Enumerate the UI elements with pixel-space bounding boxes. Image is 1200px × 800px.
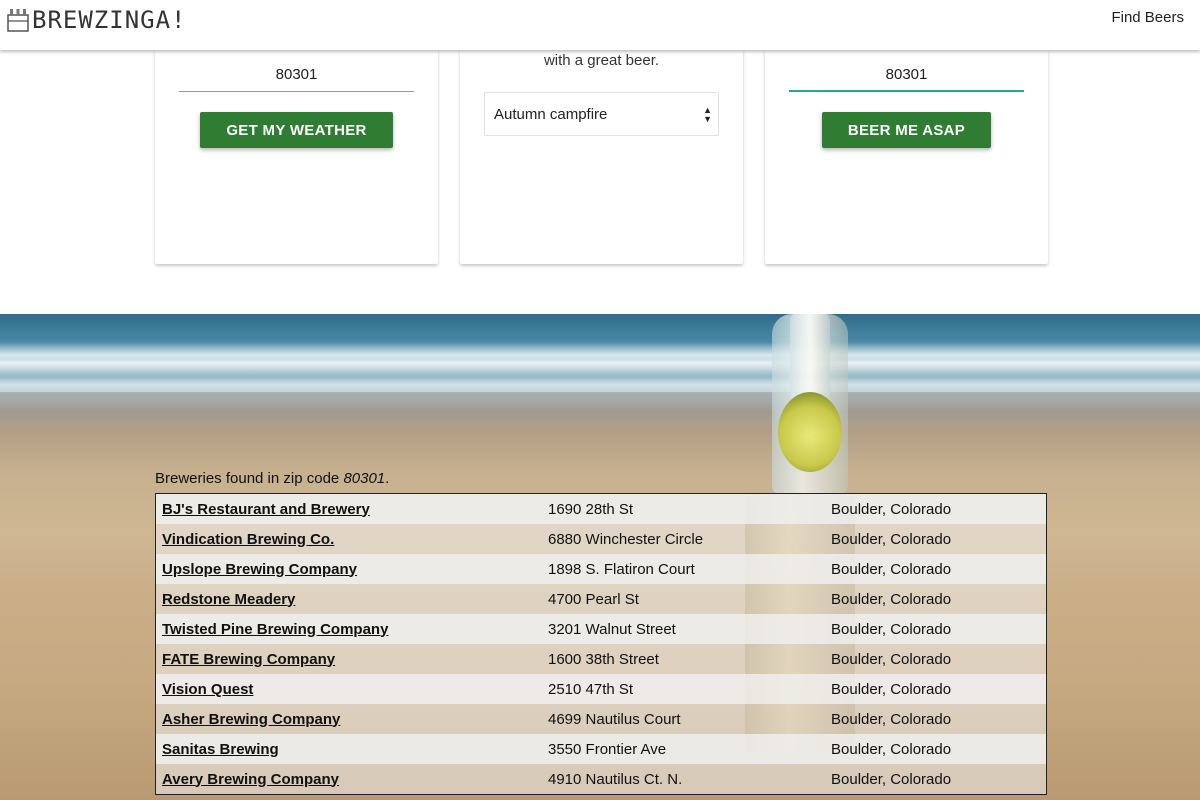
brewery-address: 4699 Nautilus Court (542, 704, 825, 734)
table-row: BJ's Restaurant and Brewery 1690 28th St B… (156, 494, 1046, 524)
brewery-address: 4910 Nautilus Ct. N. (542, 764, 825, 794)
beer-me-asap-button[interactable]: BEER ME ASAP (822, 112, 991, 148)
breweries-table: BJ's Restaurant and Brewery 1690 28th St B… (155, 493, 1047, 795)
brand-name: BREWZINGA! (32, 6, 187, 34)
brewery-link[interactable]: Sanitas Brewing (162, 741, 279, 758)
wet-sand (0, 392, 1200, 426)
get-my-weather-button[interactable]: GET MY WEATHER (200, 112, 393, 148)
results-caption: Breweries found in zip code 80301. (155, 470, 389, 487)
brewery-link[interactable]: Twisted Pine Brewing Company (162, 621, 388, 638)
brewery-city: Boulder, Colorado (825, 554, 1046, 584)
weather-zip-input[interactable] (179, 58, 414, 92)
bottle-neck (790, 314, 830, 404)
brewery-link[interactable]: Avery Brewing Company (162, 771, 339, 788)
brewery-name-cell: BJ's Restaurant and Brewery (156, 494, 542, 524)
brewery-link[interactable]: Asher Brewing Company (162, 711, 340, 728)
mood-card: with a great beer. Autumn campfire ▲ ▼ (460, 50, 743, 264)
brewery-address: 4700 Pearl St (542, 584, 825, 614)
weather-card: GET MY WEATHER (155, 50, 438, 264)
wave-foam (0, 342, 1200, 372)
brewery-address: 1690 28th St (542, 494, 825, 524)
brand-logo-link[interactable]: BREWZINGA! (6, 4, 187, 36)
beer-bottle-image (772, 314, 848, 494)
brewery-address: 6880 Winchester Circle (542, 524, 825, 554)
table-row: Upslope Brewing Company 1898 S. Flatiron … (156, 554, 1046, 584)
brewery-link[interactable]: BJ's Restaurant and Brewery (162, 501, 370, 518)
table-row: Redstone Meadery 4700 Pearl St Boulder, Co… (156, 584, 1046, 614)
table-row: Vision Quest 2510 47th St Boulder, Colorad… (156, 674, 1046, 704)
asap-zip-input[interactable] (789, 58, 1024, 92)
brewery-city: Boulder, Colorado (825, 764, 1046, 794)
brewery-link[interactable]: Redstone Meadery (162, 591, 295, 608)
table-row: Asher Brewing Company 4699 Nautilus Court… (156, 704, 1046, 734)
brewery-address: 1600 38th Street (542, 644, 825, 674)
table-row: Sanitas Brewing 3550 Frontier Ave Boulder,… (156, 734, 1046, 764)
brewery-address: 3201 Walnut Street (542, 614, 825, 644)
mood-select[interactable]: Autumn campfire ▲ ▼ (484, 92, 719, 136)
brewery-link[interactable]: Upslope Brewing Company (162, 561, 357, 578)
brewery-address: 2510 47th St (542, 674, 825, 704)
brewery-city: Boulder, Colorado (825, 644, 1046, 674)
mood-select-value: Autumn campfire (494, 105, 608, 123)
beer-crate-icon (7, 9, 29, 32)
table-row: Twisted Pine Brewing Company 3201 Walnut … (156, 614, 1046, 644)
table-row: Avery Brewing Company 4910 Nautilus Ct. N… (156, 764, 1046, 794)
navbar: BREWZINGA! Find Beers (0, 0, 1200, 50)
brewery-city: Boulder, Colorado (825, 674, 1046, 704)
brewery-name-cell: Redstone Meadery (156, 584, 542, 614)
brewery-name-cell: FATE Brewing Company (156, 644, 542, 674)
search-cards-section: GET MY WEATHER with a great beer. Autumn… (0, 50, 1200, 314)
brewery-name-cell: Vindication Brewing Co. (156, 524, 542, 554)
brewery-address: 3550 Frontier Ave (542, 734, 825, 764)
brewery-name-cell: Upslope Brewing Company (156, 554, 542, 584)
brewery-city: Boulder, Colorado (825, 734, 1046, 764)
table-row: Vindication Brewing Co. 6880 Winchester C… (156, 524, 1046, 554)
brewery-name-cell: Vision Quest (156, 674, 542, 704)
brewery-name-cell: Asher Brewing Company (156, 704, 542, 734)
brewery-name-cell: Sanitas Brewing (156, 734, 542, 764)
brewery-city: Boulder, Colorado (825, 524, 1046, 554)
brewery-name-cell: Avery Brewing Company (156, 764, 542, 794)
brewery-link[interactable]: Vision Quest (162, 681, 253, 698)
brewery-address: 1898 S. Flatiron Court (542, 554, 825, 584)
brewery-name-cell: Twisted Pine Brewing Company (156, 614, 542, 644)
select-arrows-icon: ▲ ▼ (703, 105, 712, 124)
lime-slice (778, 392, 842, 472)
brewery-link[interactable]: FATE Brewing Company (162, 651, 335, 668)
asap-card: BEER ME ASAP (765, 50, 1048, 264)
results-caption-suffix: . (385, 470, 390, 487)
brewery-link[interactable]: Vindication Brewing Co. (162, 531, 334, 548)
brewery-city: Boulder, Colorado (825, 584, 1046, 614)
brewery-city: Boulder, Colorado (825, 494, 1046, 524)
mood-card-text: with a great beer. (543, 52, 660, 69)
brewery-city: Boulder, Colorado (825, 614, 1046, 644)
table-row: FATE Brewing Company 1600 38th Street Boul… (156, 644, 1046, 674)
brewery-city: Boulder, Colorado (825, 704, 1046, 734)
find-beers-link[interactable]: Find Beers (1111, 9, 1184, 26)
results-caption-prefix: Breweries found in zip code (155, 470, 344, 487)
results-zip: 80301 (343, 470, 386, 487)
